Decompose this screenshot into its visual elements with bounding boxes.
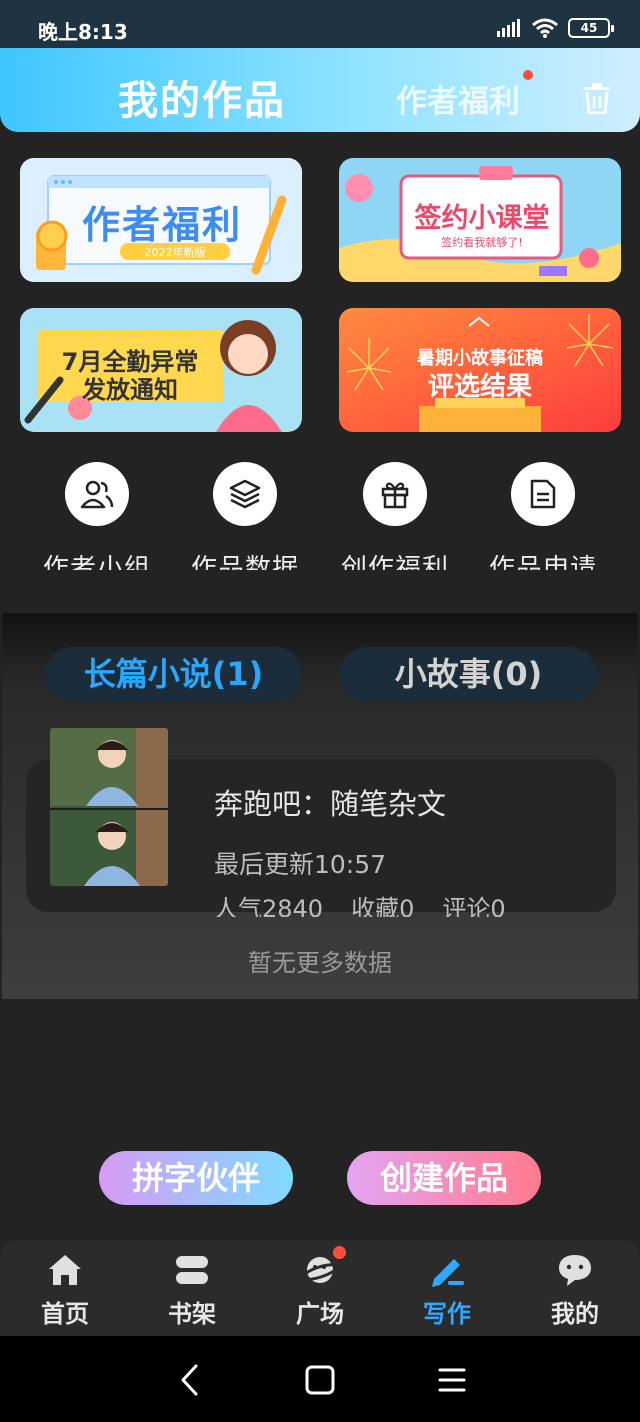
action-work-data[interactable]: 作品数据 [170, 462, 320, 570]
status-bar: 晚上8:13 45 [0, 0, 640, 48]
document-icon [530, 479, 556, 509]
system-nav-bar [0, 1336, 640, 1422]
nav-label: 写作 [423, 1300, 471, 1328]
book-favorites: 收藏0 [351, 895, 415, 917]
action-label: 创作福利 [340, 554, 449, 570]
pen-icon [432, 1259, 464, 1287]
banner-title: 签约小课堂 [414, 203, 550, 234]
status-icons: 45 [496, 18, 614, 38]
banner-subtitle: 2022年新版 [144, 246, 206, 259]
book-stats: 人气2840 收藏0 评论0 [214, 889, 506, 917]
nav-home[interactable]: 首页 [20, 1250, 110, 1329]
book-title: 奔跑吧：随笔杂文 [214, 787, 447, 821]
bottom-nav: 首页 书架 广场 写作 我的 [0, 1240, 640, 1336]
action-work-application[interactable]: 作品申请 [468, 462, 618, 570]
action-author-group[interactable]: 作者小组 [22, 462, 172, 570]
banner-title-line2: 发放通知 [82, 376, 178, 404]
action-label: 作品申请 [488, 554, 597, 570]
tab-short-stories[interactable]: 小故事(0) [340, 647, 597, 702]
nav-label: 广场 [296, 1300, 344, 1328]
signal-icon [497, 19, 520, 37]
works-panel: 长篇小说(1) 小故事(0) 奔跑吧：随笔杂文 最后更新10:57 人气2840… [2, 613, 638, 999]
gift-icon [381, 482, 409, 509]
chat-face-icon [559, 1255, 591, 1286]
banner-title: 作者福利 [81, 203, 242, 247]
home-icon [49, 1255, 81, 1285]
back-icon[interactable] [178, 1364, 202, 1396]
notification-dot [333, 1246, 346, 1259]
banner-title-line2: 评选结果 [427, 372, 532, 402]
nav-writing[interactable]: 写作 [402, 1250, 492, 1329]
action-label: 作者小组 [42, 554, 151, 570]
group-icon [80, 480, 114, 509]
nav-plaza[interactable]: 广场 [275, 1250, 365, 1329]
book-popularity: 人气2840 [214, 895, 324, 917]
nav-bookshelf[interactable]: 书架 [147, 1250, 237, 1329]
tab-author-welfare[interactable]: 作者福利 [396, 76, 520, 121]
wifi-icon [532, 18, 558, 38]
battery-icon: 45 [568, 18, 614, 38]
home-square-icon[interactable] [305, 1365, 335, 1395]
book-last-update: 最后更新10:57 [214, 850, 387, 879]
banner-subtitle: 签约看我就够了! [441, 236, 523, 249]
banner-author-welfare[interactable]: 作者福利 2022年新版 [20, 158, 302, 282]
banner-story-contest[interactable]: 暑期小故事征稿 评选结果 [339, 308, 621, 432]
bookshelf-icon [176, 1256, 208, 1284]
trash-icon[interactable] [582, 82, 612, 114]
no-more-data-text: 暂无更多数据 [248, 949, 392, 977]
layers-icon [229, 479, 261, 509]
nav-label: 首页 [41, 1300, 89, 1328]
planet-icon [301, 1257, 339, 1283]
book-cover-image[interactable] [50, 728, 168, 886]
create-work-button[interactable]: 创建作品 [347, 1151, 541, 1205]
nav-label: 书架 [168, 1300, 216, 1328]
page-title: 我的作品 [118, 78, 286, 124]
nav-label: 我的 [551, 1300, 599, 1328]
status-time: 晚上8:13 [38, 20, 128, 44]
book-comments: 评论0 [442, 895, 506, 917]
banner-attendance-notice[interactable]: 7月全勤异常 发放通知 [20, 308, 302, 432]
action-creation-welfare[interactable]: 创作福利 [320, 462, 470, 570]
action-label: 作品数据 [190, 554, 299, 570]
menu-icon[interactable] [438, 1367, 466, 1393]
banner-signing-class[interactable]: 签约小课堂 签约看我就够了! [339, 158, 621, 282]
nav-mine[interactable]: 我的 [530, 1250, 620, 1329]
writing-partner-button[interactable]: 拼字伙伴 [99, 1151, 293, 1205]
notification-dot [523, 70, 533, 80]
tab-novels[interactable]: 长篇小说(1) [45, 647, 302, 702]
header: 我的作品 作者福利 [0, 48, 640, 132]
